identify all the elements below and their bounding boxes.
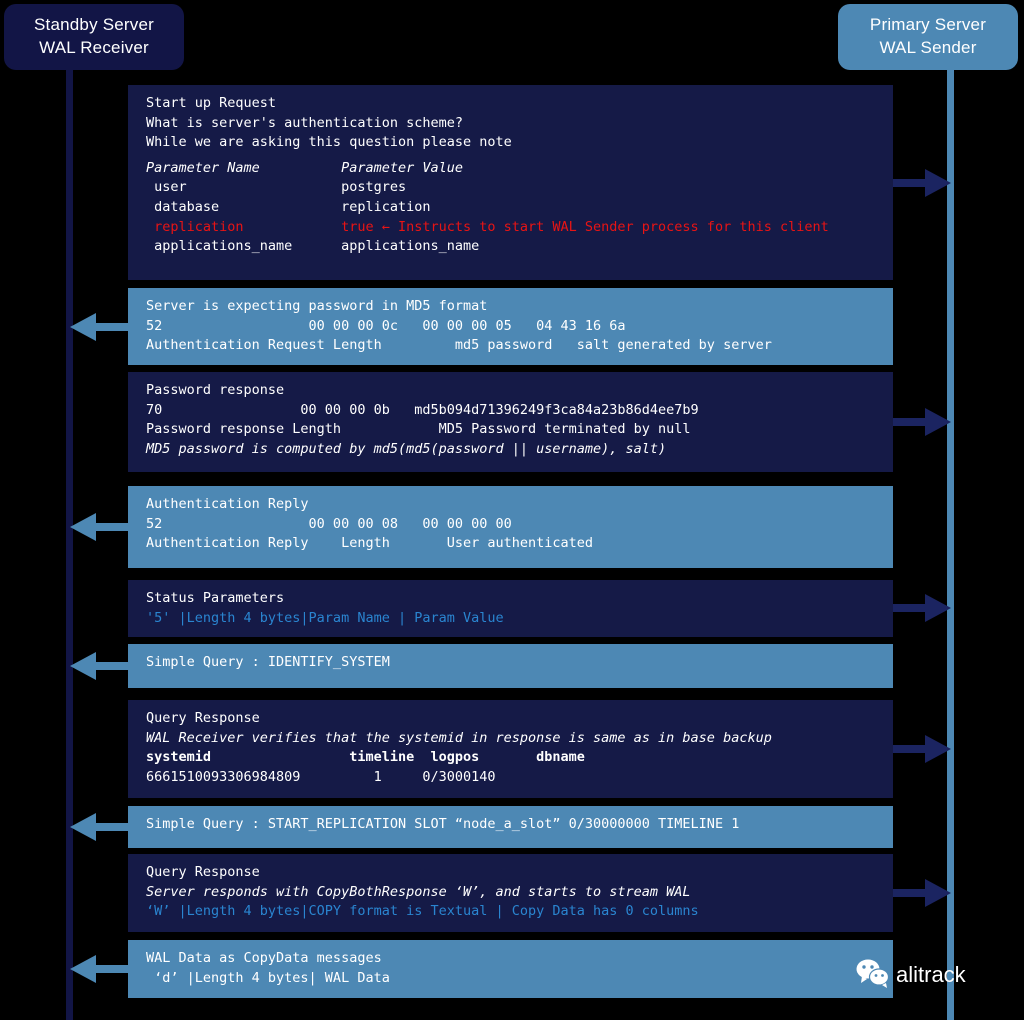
- arrow-right-password-response: [893, 408, 951, 436]
- message-line: 52 00 00 00 0c 00 00 00 05 04 43 16 6a: [146, 317, 626, 334]
- message-startup-request: Start up Request What is server's authent…: [128, 85, 893, 280]
- message-line: 52 00 00 00 08 00 00 00 00: [146, 515, 512, 532]
- arrow-right-identify-system-response: [893, 735, 951, 763]
- arrow-shaft: [94, 322, 128, 331]
- message-wal-data-copydata: WAL Data as CopyData messages ‘d’ |Lengt…: [128, 940, 893, 998]
- message-note: Server responds with CopyBothResponse ‘W…: [146, 883, 691, 900]
- arrow-shaft: [94, 823, 128, 831]
- message-detail-line: '5' |Length 4 bytes|Param Name | Param V…: [146, 609, 504, 626]
- parameter-table-row: replication true ← Instructs to start WA…: [146, 218, 829, 235]
- message-body: WAL Data as CopyData messages ‘d’ |Lengt…: [128, 940, 893, 998]
- message-body: Start up Request What is server's authent…: [128, 85, 893, 280]
- actor-standby-line2: WAL Receiver: [39, 38, 149, 57]
- message-identify-system-query: Simple Query : IDENTIFY_SYSTEM: [128, 644, 893, 688]
- arrow-right-copy-both-response: [893, 879, 951, 907]
- arrow-left-md5-request: [70, 312, 128, 341]
- message-note: WAL Receiver verifies that the systemid …: [146, 729, 772, 746]
- message-password-response: Password response 70 00 00 00 0b md5b094d…: [128, 372, 893, 472]
- arrow-shaft: [893, 418, 927, 426]
- message-line: Authentication Reply: [146, 496, 309, 512]
- message-line: WAL Data as CopyData messages: [146, 950, 382, 966]
- arrow-head: [925, 594, 951, 622]
- arrow-head: [70, 813, 96, 841]
- message-body: Simple Query : IDENTIFY_SYSTEM: [128, 644, 893, 688]
- message-line: What is server's authentication scheme?: [146, 114, 463, 131]
- message-status-parameters: Status Parameters '5' |Length 4 bytes|Par…: [128, 580, 893, 638]
- parameter-table-row: database replication: [146, 198, 431, 215]
- parameter-table-row: user postgres: [146, 179, 407, 196]
- actor-primary-line2: WAL Sender: [879, 38, 977, 57]
- message-line: Status Parameters: [146, 590, 285, 606]
- watermark-label: alitrack: [896, 962, 966, 987]
- message-line: Simple Query : START_REPLICATION SLOT “n…: [146, 816, 740, 832]
- message-line: Query Response: [146, 864, 260, 880]
- arrow-left-wal-data-copydata: [70, 955, 128, 983]
- arrow-head: [925, 879, 951, 907]
- arrow-head: [925, 408, 951, 436]
- message-body: Authentication Reply 52 00 00 00 08 00 00…: [128, 486, 893, 568]
- actor-standby-server: Standby Server WAL Receiver: [4, 4, 184, 70]
- arrow-right-startup-request: [893, 168, 951, 197]
- message-copy-both-response: Query Response Server responds with CopyB…: [128, 854, 893, 932]
- arrow-shaft: [893, 745, 927, 753]
- standby-lifeline: [66, 66, 73, 1020]
- message-line: ‘d’ |Length 4 bytes| WAL Data: [146, 969, 390, 986]
- arrow-shaft: [893, 604, 927, 612]
- message-line: Authentication Request Length md5 passwo…: [146, 337, 772, 354]
- message-line: Start up Request: [146, 95, 277, 111]
- message-body: Query Response Server responds with CopyB…: [128, 854, 893, 932]
- arrow-shaft: [94, 523, 128, 531]
- message-authentication-reply: Authentication Reply 52 00 00 00 08 00 00…: [128, 486, 893, 568]
- arrow-head: [70, 312, 96, 341]
- message-line: Password response Length MD5 Password te…: [146, 421, 691, 438]
- result-table-row: 6661510093306984809 1 0/3000140: [146, 768, 496, 785]
- arrow-shaft: [893, 178, 927, 187]
- arrow-head: [925, 735, 951, 763]
- arrow-left-authentication-reply: [70, 513, 128, 541]
- message-detail-line: ‘W’ |Length 4 bytes|COPY format is Textu…: [146, 903, 699, 920]
- message-body: Simple Query : START_REPLICATION SLOT “n…: [128, 806, 893, 848]
- message-line: Query Response: [146, 710, 260, 726]
- message-line: While we are asking this question please…: [146, 134, 512, 151]
- arrow-head: [70, 955, 96, 983]
- message-line: 70 00 00 00 0b md5b094d71396249f3ca84a23…: [146, 401, 699, 418]
- actor-primary-line1: Primary Server: [869, 15, 987, 35]
- arrow-head: [925, 168, 951, 197]
- actor-primary-server: Primary Server WAL Sender: [838, 4, 1018, 70]
- message-start-replication-query: Simple Query : START_REPLICATION SLOT “n…: [128, 806, 893, 848]
- message-body: Password response 70 00 00 00 0b md5b094d…: [128, 372, 893, 472]
- arrow-shaft: [94, 965, 128, 973]
- message-body: Query Response WAL Receiver verifies that…: [128, 700, 893, 798]
- message-body: Server is expecting password in MD5 form…: [128, 288, 893, 365]
- parameter-table-header: Parameter Name Parameter Value: [146, 159, 463, 176]
- arrow-shaft: [893, 889, 927, 897]
- primary-lifeline: [947, 66, 954, 1020]
- message-line: Server is expecting password in MD5 form…: [146, 298, 488, 314]
- message-line: Authentication Reply Length User authent…: [146, 535, 594, 552]
- message-md5-request: Server is expecting password in MD5 form…: [128, 288, 893, 365]
- arrow-head: [70, 652, 96, 680]
- arrow-left-start-replication-query: [70, 813, 128, 841]
- message-body: Status Parameters '5' |Length 4 bytes|Par…: [128, 580, 893, 638]
- arrow-shaft: [94, 662, 128, 670]
- message-identify-system-response: Query Response WAL Receiver verifies that…: [128, 700, 893, 798]
- message-line: Password response: [146, 382, 285, 398]
- arrow-head: [70, 513, 96, 541]
- wechat-icon: [856, 958, 890, 992]
- watermark: alitrack: [856, 958, 966, 992]
- message-note: MD5 password is computed by md5(md5(pass…: [146, 440, 667, 457]
- result-table-header: systemid timeline logpos dbname: [146, 749, 585, 766]
- parameter-table-row: applications_name applications_name: [146, 238, 480, 255]
- actor-standby-line1: Standby Server: [34, 15, 154, 35]
- arrow-left-identify-system-query: [70, 652, 128, 680]
- arrow-right-status-parameters: [893, 594, 951, 622]
- message-line: Simple Query : IDENTIFY_SYSTEM: [146, 654, 390, 670]
